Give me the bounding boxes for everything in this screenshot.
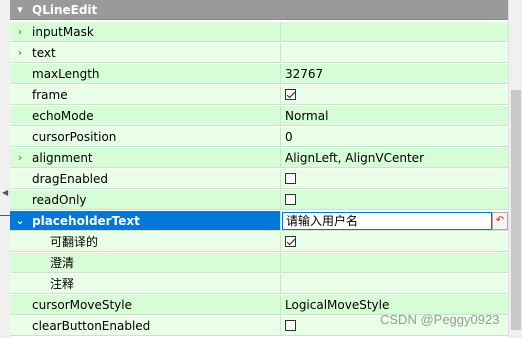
property-name: text xyxy=(32,45,56,60)
watermark: CSDN @Peggy0923 xyxy=(380,312,500,327)
property-value[interactable] xyxy=(281,274,508,293)
property-row-cursorposition[interactable]: cursorPosition 0 xyxy=(10,127,508,147)
group-label: QLineEdit xyxy=(32,2,98,17)
chevron-down-icon[interactable]: ▾ xyxy=(10,0,30,19)
chevron-down-icon[interactable]: ⌄ xyxy=(10,211,30,230)
property-value[interactable] xyxy=(281,22,508,41)
vertical-scrollbar[interactable] xyxy=(508,0,522,338)
property-value[interactable]: AlignLeft, AlignVCenter xyxy=(281,148,508,167)
reset-arrow-icon[interactable]: ↶ xyxy=(492,211,508,230)
property-name: 注释 xyxy=(50,277,75,291)
property-name: echoMode xyxy=(32,108,94,123)
dragenabled-checkbox[interactable] xyxy=(285,173,296,184)
property-row-text[interactable]: › text xyxy=(10,43,508,63)
property-name: 可翻译的 xyxy=(50,235,99,249)
property-row-translatable[interactable]: 可翻译的 xyxy=(10,232,508,252)
property-row-inputmask[interactable]: › inputMask xyxy=(10,22,508,42)
left-edge-marker: ◀ xyxy=(2,188,9,197)
readonly-checkbox[interactable] xyxy=(285,194,296,205)
property-name: dragEnabled xyxy=(32,171,109,186)
property-name: alignment xyxy=(32,150,93,165)
property-value[interactable]: 0 xyxy=(281,127,508,146)
property-value[interactable]: Normal xyxy=(281,106,508,125)
property-editor: ▾ QLineEdit › inputMask › text maxLength… xyxy=(10,0,508,338)
property-name: placeholderText xyxy=(32,213,140,228)
chevron-right-icon[interactable]: › xyxy=(10,148,30,167)
left-edge-line xyxy=(0,215,10,216)
property-value[interactable] xyxy=(281,43,508,62)
property-row-disambiguation[interactable]: 澄清 xyxy=(10,253,508,273)
property-name: maxLength xyxy=(32,66,100,81)
property-row-frame[interactable]: frame xyxy=(10,85,508,105)
scrollbar-thumb[interactable] xyxy=(511,90,521,330)
property-row-comment[interactable]: 注释 xyxy=(10,274,508,294)
property-name: frame xyxy=(32,87,68,102)
property-row-alignment[interactable]: › alignment AlignLeft, AlignVCenter xyxy=(10,148,508,168)
placeholder-text-input[interactable]: 请输入用户名 xyxy=(282,211,492,230)
property-row-dragenabled[interactable]: dragEnabled xyxy=(10,169,508,189)
translatable-checkbox[interactable] xyxy=(285,236,296,247)
chevron-right-icon[interactable]: › xyxy=(10,22,30,41)
property-name: clearButtonEnabled xyxy=(32,318,151,333)
clearbuttonenabled-checkbox[interactable] xyxy=(285,320,296,331)
property-name: 澄清 xyxy=(50,256,75,270)
left-panel-edge: ◀ xyxy=(0,0,10,338)
property-name: cursorPosition xyxy=(32,129,117,144)
property-value[interactable]: 32767 xyxy=(281,64,508,83)
property-name: readOnly xyxy=(32,192,87,207)
frame-checkbox[interactable] xyxy=(285,89,296,100)
property-name: inputMask xyxy=(32,24,94,39)
property-row-readonly[interactable]: readOnly xyxy=(10,190,508,210)
property-row-maxlength[interactable]: maxLength 32767 xyxy=(10,64,508,84)
group-header-qlineedit[interactable]: ▾ QLineEdit xyxy=(10,0,508,20)
property-row-echomode[interactable]: echoMode Normal xyxy=(10,106,508,126)
property-name: cursorMoveStyle xyxy=(32,297,132,312)
property-row-placeholdertext[interactable]: ⌄ placeholderText 请输入用户名 ↶ xyxy=(10,211,508,231)
chevron-right-icon[interactable]: › xyxy=(10,43,30,62)
property-value[interactable] xyxy=(281,253,508,272)
